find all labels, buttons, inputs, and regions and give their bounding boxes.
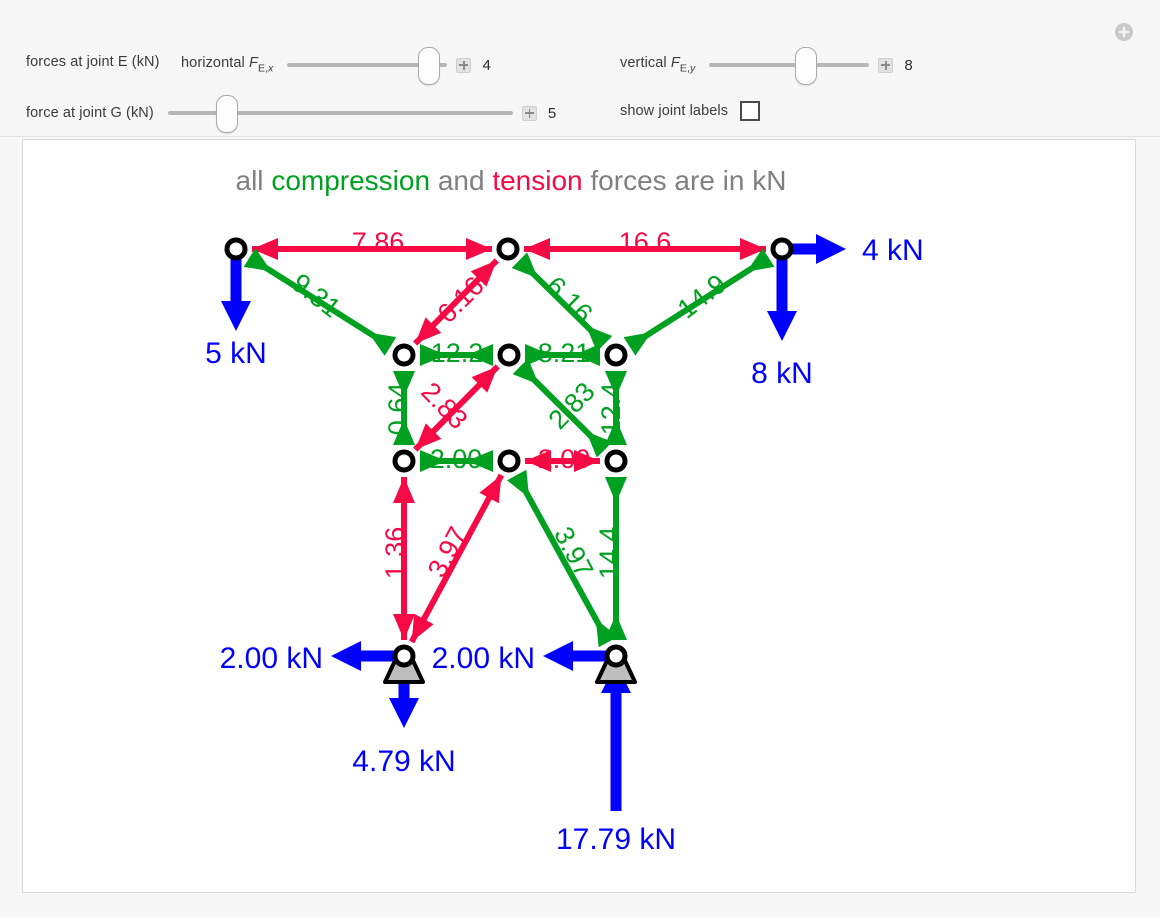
diagram-title: all compression and tension forces are i… (236, 165, 787, 196)
truss-joint[interactable] (497, 449, 521, 473)
forces-joint-e-label: forces at joint E (kN) (26, 54, 160, 70)
reaction-j-left-label: 2.00 kN (220, 642, 323, 675)
member-force-label: 7.86 (352, 227, 405, 257)
load-c-down-label: 8 kN (751, 357, 813, 390)
force-g-value: 5 (547, 104, 557, 122)
slider-group-vertical-fey: vertical FE,y 8 (620, 47, 920, 85)
truss-joint[interactable] (496, 237, 520, 261)
truss-joint[interactable] (392, 644, 416, 668)
truss-joint[interactable] (604, 449, 628, 473)
member-force-label: 12.2 (431, 338, 484, 368)
member-force-label: 3.97 (422, 522, 473, 582)
member-force-label: 1.36 (380, 527, 410, 580)
horizontal-fex-slider[interactable] (287, 47, 448, 85)
member-force-label: 8.21 (538, 338, 591, 368)
loads-layer (221, 234, 846, 811)
vertical-fey-slider[interactable] (709, 47, 870, 85)
reaction-k-up-label: 17.79 kN (556, 823, 676, 856)
show-joint-labels-checkbox[interactable] (740, 101, 761, 121)
member-force-label: 6.16 (540, 270, 598, 328)
diagram-panel: all compression and tension forces are i… (22, 139, 1136, 893)
show-joint-labels-label: show joint labels (620, 103, 729, 119)
vertical-fey-value: 8 (904, 56, 913, 74)
force-g-slider[interactable] (167, 95, 513, 133)
truss-joint[interactable] (770, 237, 794, 261)
force-joint-g-label: force at joint G (kN) (26, 105, 154, 121)
member-force-label: 2.83 (415, 376, 473, 435)
member-force-label: 0.64 (383, 383, 413, 436)
fex-subscript: E,x (257, 62, 274, 75)
slider-thumb[interactable] (216, 95, 239, 133)
truss-joint[interactable] (392, 449, 416, 473)
member-force-label: 16.6 (619, 227, 672, 257)
truss-joint[interactable] (224, 237, 248, 261)
horizontal-fex-value: 4 (482, 56, 491, 74)
reaction-k-left-label: 2.00 kN (432, 642, 535, 675)
expand-fey-icon[interactable] (878, 57, 894, 73)
slider-group-force-g: force at joint G (kN) 5 (26, 95, 564, 133)
truss-joint[interactable] (497, 343, 521, 367)
slider-thumb[interactable] (418, 47, 441, 85)
truss-diagram: all compression and tension forces are i… (205, 165, 924, 856)
expand-fex-icon[interactable] (456, 57, 472, 73)
reaction-k-up (601, 663, 631, 811)
member-force-label: 2.00 (430, 444, 483, 474)
horizontal-fex-label: horizontal FE,x (181, 55, 274, 75)
truss-analysis-app: forces at joint E (kN) horizontal FE,x 4… (0, 0, 1160, 917)
truss-joint[interactable] (604, 343, 628, 367)
reaction-j-down-label: 4.79 kN (352, 745, 455, 778)
truss-joint[interactable] (604, 644, 628, 668)
member-force-label: 14.4 (594, 527, 624, 580)
fey-subscript: E,y (679, 62, 696, 75)
show-joint-labels-group: show joint labels (620, 101, 761, 121)
control-group-joint-e: forces at joint E (kN) (26, 54, 160, 70)
plus-circle-icon[interactable] (1114, 22, 1134, 42)
member-force-label: 2.00 (538, 444, 591, 474)
truss-joint[interactable] (392, 343, 416, 367)
member-force-label: 2.83 (543, 376, 601, 435)
slider-thumb[interactable] (795, 47, 818, 85)
member-force-label: 12.4 (596, 383, 626, 436)
vertical-fey-label: vertical FE,y (620, 55, 696, 75)
control-bar: forces at joint E (kN) horizontal FE,x 4… (0, 0, 1160, 137)
load-a-down-label: 5 kN (205, 337, 267, 370)
load-c-right-label: 4 kN (862, 234, 924, 267)
slider-group-horizontal-fex: horizontal FE,x 4 (181, 47, 498, 85)
expand-force-g-icon[interactable] (521, 105, 537, 121)
slider-track[interactable] (709, 63, 870, 67)
labels-layer: 7.86 16.69.31 6.16 6.16 14.912.2 8.210.64 2.83… (205, 227, 924, 856)
